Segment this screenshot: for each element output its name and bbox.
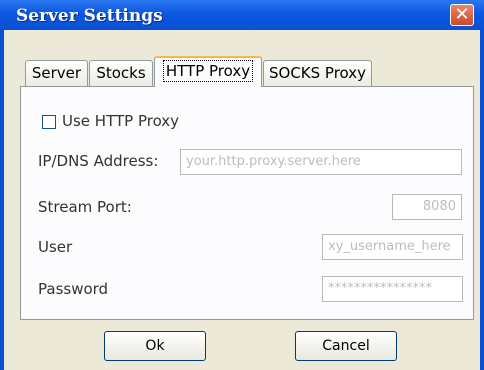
cancel-button[interactable]: Cancel (295, 331, 397, 361)
use-http-proxy-label[interactable]: Use HTTP Proxy (62, 112, 179, 130)
password-label: Password (38, 280, 109, 298)
tab-socks-proxy[interactable]: SOCKS Proxy (263, 60, 372, 86)
tab-http-proxy-label: HTTP Proxy (162, 60, 254, 82)
close-icon: ✕ (454, 4, 470, 25)
tab-server[interactable]: Server (25, 60, 88, 86)
ip-dns-address-label: IP/DNS Address: (38, 152, 159, 170)
tab-stocks[interactable]: Stocks (89, 60, 153, 86)
window-border-left (0, 30, 4, 370)
password-input[interactable]: **************** (322, 276, 463, 302)
ip-dns-address-input[interactable]: your.http.proxy.server.here (180, 149, 462, 175)
stream-port-input[interactable]: 8080 (392, 194, 462, 220)
window-border-right (480, 30, 484, 370)
user-input[interactable]: xy_username_here (322, 234, 463, 260)
use-http-proxy-checkbox[interactable] (42, 115, 56, 129)
ok-button[interactable]: Ok (104, 331, 206, 361)
user-label: User (38, 238, 73, 256)
close-button[interactable]: ✕ (450, 4, 474, 26)
tab-http-proxy[interactable]: HTTP Proxy (154, 56, 262, 87)
window-title: Server Settings (16, 6, 163, 26)
stream-port-label: Stream Port: (38, 198, 132, 216)
